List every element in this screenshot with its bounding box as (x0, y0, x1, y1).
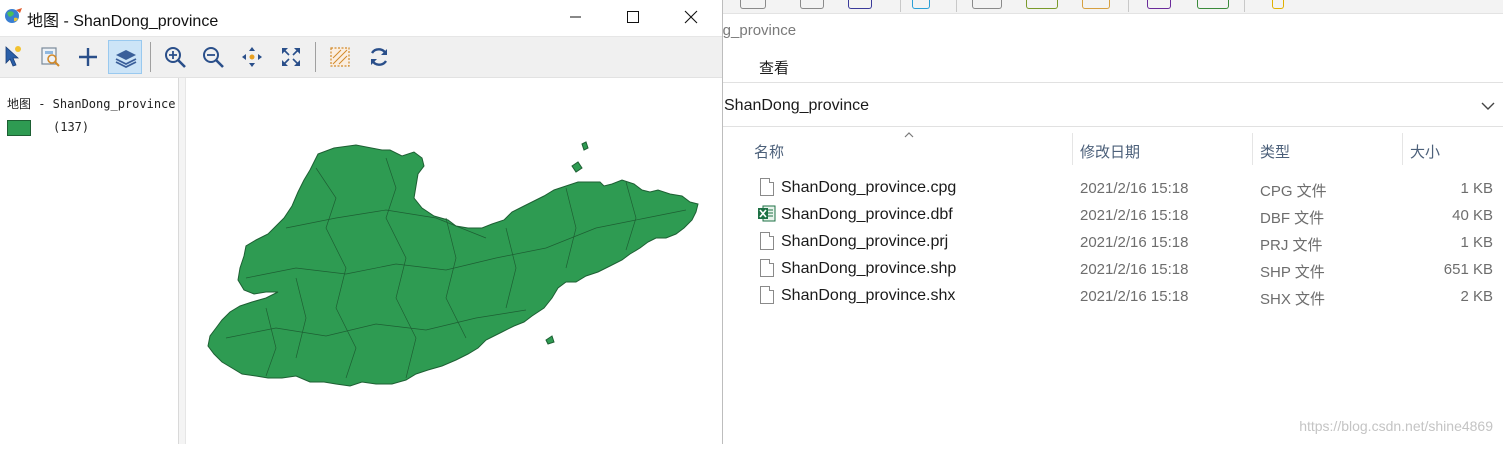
toolbar-app-icon[interactable] (800, 0, 824, 9)
identify-features-icon[interactable] (33, 40, 67, 74)
refresh-icon[interactable] (362, 40, 396, 74)
file-modified: 2021/2/16 15:18 (1080, 180, 1189, 197)
shandong-map (207, 141, 699, 387)
legend-swatch[interactable] (7, 120, 31, 136)
file-type: SHP 文件 (1260, 264, 1325, 281)
column-divider[interactable] (1072, 133, 1073, 165)
toolbar-app-icon[interactable] (1026, 0, 1058, 9)
file-row[interactable]: ShanDong_province.shx 2021/2/16 15:18 SH… (756, 283, 1503, 310)
file-icon (760, 232, 774, 250)
file-row[interactable]: ShanDong_province.cpg 2021/2/16 15:18 CP… (756, 175, 1503, 202)
file-modified: 2021/2/16 15:18 (1080, 207, 1189, 224)
file-type: DBF 文件 (1260, 210, 1325, 227)
file-modified: 2021/2/16 15:18 (1080, 234, 1189, 251)
map-toolbar (0, 37, 722, 78)
maximize-button[interactable] (604, 0, 660, 34)
file-row[interactable]: ShanDong_province.shp 2021/2/16 15:18 SH… (756, 256, 1503, 283)
file-name[interactable]: ShanDong_province.prj (781, 233, 948, 251)
toolbar-app-icon[interactable] (912, 0, 930, 9)
file-name[interactable]: ShanDong_province.shp (781, 260, 956, 278)
map-canvas[interactable] (186, 78, 722, 444)
file-name[interactable]: ShanDong_province.cpg (781, 179, 956, 197)
minimize-button[interactable] (548, 0, 604, 34)
zoom-out-icon[interactable] (196, 40, 230, 74)
divider (720, 82, 1503, 83)
watermark: https://blog.csdn.net/shine4869 (1299, 418, 1493, 434)
globe-app-icon (3, 7, 23, 25)
panel-splitter[interactable] (179, 78, 186, 444)
legend-feature-count: (137) (53, 120, 90, 134)
legend-layer-title[interactable]: 地图 - ShanDong_province (7, 95, 177, 112)
window-title: 地图 - ShanDong_province (27, 13, 219, 30)
map-window: 地图 - ShanDong_province 地图 - ShanDong_pro… (0, 0, 723, 444)
file-name[interactable]: ShanDong_province.shx (781, 287, 955, 305)
toolbar-app-icon[interactable] (1147, 0, 1171, 9)
province-polygon (207, 141, 699, 387)
file-size: 651 KB (1443, 261, 1493, 278)
file-type: SHX 文件 (1260, 291, 1326, 308)
file-row[interactable]: ShanDong_province.dbf 2021/2/16 15:18 DB… (756, 202, 1503, 229)
chevron-down-icon[interactable] (1481, 98, 1495, 114)
file-size: 1 KB (1460, 180, 1493, 197)
excel-icon (758, 205, 776, 222)
file-size: 2 KB (1460, 288, 1493, 305)
toolbar-app-icon[interactable] (1197, 0, 1229, 9)
divider (720, 126, 1503, 127)
column-divider[interactable] (1402, 133, 1403, 165)
explorer-icon-toolbar (700, 0, 1503, 14)
close-button[interactable] (662, 0, 718, 34)
crosshair-add-icon[interactable] (71, 40, 105, 74)
file-name[interactable]: ShanDong_province.dbf (781, 206, 953, 224)
file-size: 1 KB (1460, 234, 1493, 251)
full-extent-icon[interactable] (274, 40, 308, 74)
layer-legend-panel: 地图 - ShanDong_province (137) (0, 78, 179, 444)
zoom-in-icon[interactable] (158, 40, 192, 74)
file-icon (760, 178, 774, 196)
sort-ascending-icon (904, 129, 914, 141)
toolbar-app-icon[interactable] (1272, 0, 1284, 9)
file-type: CPG 文件 (1260, 183, 1327, 200)
column-divider[interactable] (1252, 133, 1253, 165)
ribbon-tab-view[interactable]: 查看 (759, 57, 789, 78)
file-icon (760, 259, 774, 277)
column-header-modified[interactable]: 修改日期 (1080, 141, 1140, 162)
layers-icon[interactable] (108, 40, 142, 74)
toolbar-app-icon[interactable] (972, 0, 1002, 9)
address-bar-path[interactable]: ShanDong_province (724, 97, 869, 115)
column-header-type[interactable]: 类型 (1260, 141, 1290, 162)
title-bar[interactable]: 地图 - ShanDong_province (0, 0, 722, 37)
clear-selection-icon[interactable] (323, 40, 357, 74)
select-pointer-icon[interactable] (0, 40, 30, 74)
file-icon (760, 286, 774, 304)
toolbar-app-icon[interactable] (848, 0, 872, 9)
pan-arrows-icon[interactable] (235, 40, 269, 74)
file-modified: 2021/2/16 15:18 (1080, 261, 1189, 278)
toolbar-app-icon[interactable] (740, 0, 766, 9)
file-modified: 2021/2/16 15:18 (1080, 288, 1189, 305)
file-explorer-window: ong_province : 查看 ShanDong_province 名称 修… (700, 0, 1503, 444)
column-header-name[interactable]: 名称 (754, 141, 784, 162)
column-header-size[interactable]: 大小 (1410, 141, 1440, 162)
file-type: PRJ 文件 (1260, 237, 1323, 254)
toolbar-app-icon[interactable] (1082, 0, 1110, 9)
file-size: 40 KB (1452, 207, 1493, 224)
file-row[interactable]: ShanDong_province.prj 2021/2/16 15:18 PR… (756, 229, 1503, 256)
